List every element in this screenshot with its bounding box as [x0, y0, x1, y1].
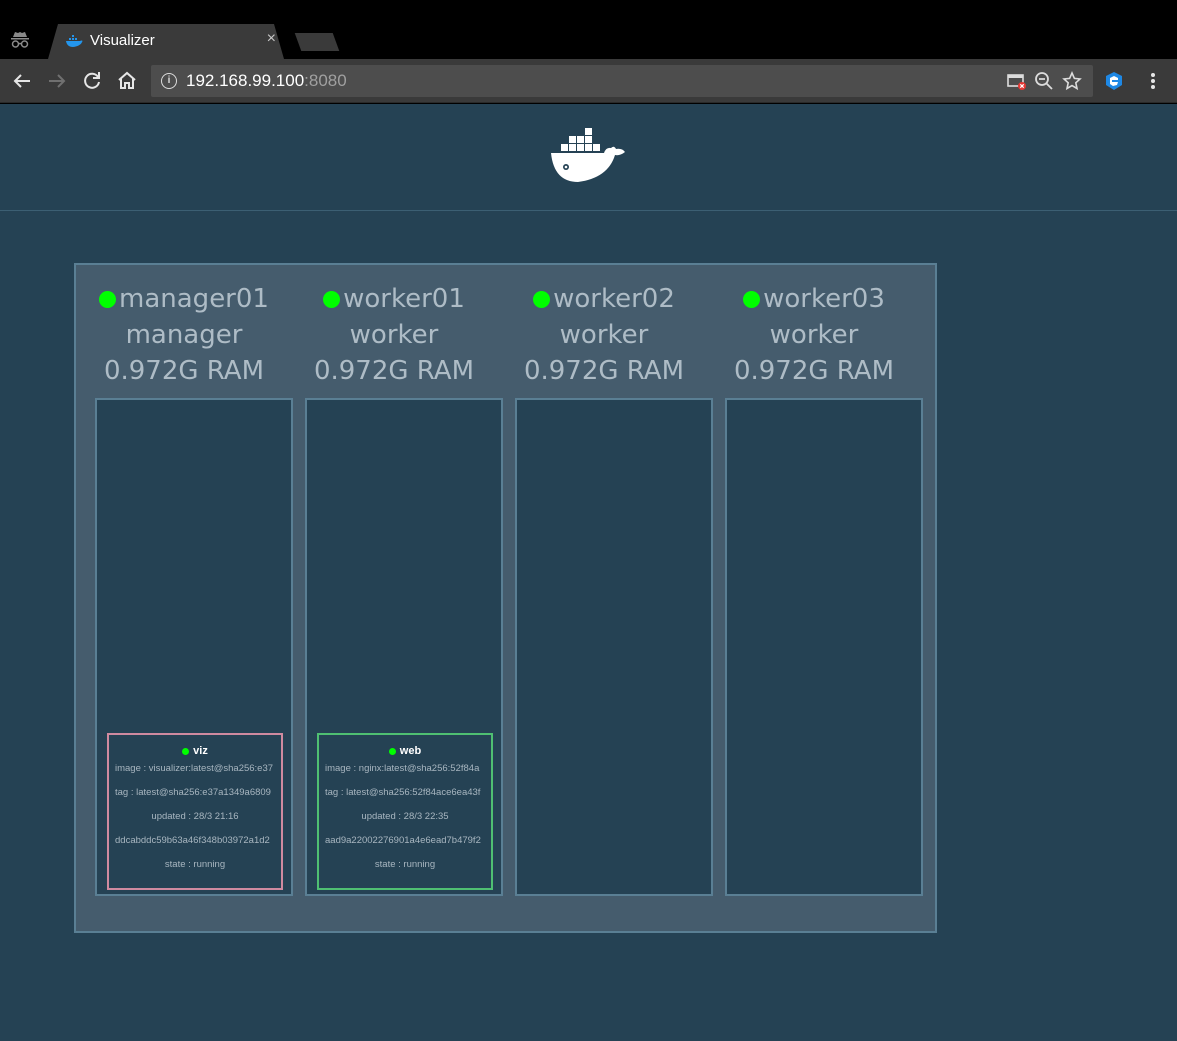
node-ram: 0.972G RAM [523, 356, 685, 386]
task-tag: tag : latest@sha256:52f84ace6ea43f [325, 787, 481, 798]
page-header [0, 104, 1177, 211]
new-tab-button[interactable] [294, 33, 340, 51]
kebab-menu-icon[interactable] [1145, 71, 1161, 91]
task-updated: updated : 28/3 21:16 [151, 811, 239, 822]
node-container-column: web image : nginx:latest@sha256:52f84a t… [305, 398, 503, 896]
task-status-dot [388, 747, 396, 755]
star-icon[interactable] [1062, 71, 1082, 91]
browser-toolbar: i 192.168.99.100:8080 [0, 59, 1177, 103]
task-image: image : visualizer:latest@sha256:e37 [115, 763, 274, 774]
node-name: worker02 [553, 284, 675, 314]
tab-visualizer[interactable]: Visualizer × [48, 24, 284, 59]
task-id: ddcabddc59b63a46f348b03972a1d2 [115, 835, 270, 846]
task-updated: updated : 28/3 22:35 [361, 811, 449, 822]
node-status-dot [99, 290, 117, 308]
task-tag: tag : latest@sha256:e37a1349a6809 [115, 787, 271, 798]
node-role: worker [559, 320, 649, 350]
blocked-popup-icon[interactable] [1007, 71, 1027, 91]
task-name: viz [193, 745, 208, 757]
node-role: worker [349, 320, 439, 350]
node-status-dot [323, 290, 341, 308]
docker-favicon-icon [65, 33, 83, 49]
home-icon[interactable] [115, 69, 139, 93]
info-icon[interactable]: i [161, 73, 177, 89]
node-container-column [725, 398, 923, 896]
extension-icon[interactable] [1104, 71, 1124, 91]
back-arrow-icon[interactable] [10, 69, 34, 93]
task-state: state : running [374, 859, 436, 870]
swarm-cluster: manager01 manager 0.972G RAM viz image :… [74, 263, 937, 933]
task-id: aad9a22002276901a4e6ead7b479f2 [325, 835, 481, 846]
tab-strip: Visualizer × [0, 0, 1177, 59]
reload-icon[interactable] [80, 69, 104, 93]
node-role: worker [769, 320, 859, 350]
node-ram: 0.972G RAM [103, 356, 265, 386]
node-name: worker01 [343, 284, 465, 314]
close-tab-icon[interactable]: × [267, 30, 276, 48]
node-status-dot [533, 290, 551, 308]
task-card-viz[interactable]: viz image : visualizer:latest@sha256:e37… [107, 733, 283, 890]
docker-logo-icon [548, 126, 628, 184]
node-name: manager01 [119, 284, 269, 314]
task-image: image : nginx:latest@sha256:52f84a [325, 763, 480, 774]
visualizer-page: manager01 manager 0.972G RAM viz image :… [0, 104, 1177, 1041]
task-state: state : running [164, 859, 226, 870]
node-status-dot [743, 290, 761, 308]
address-bar[interactable]: i 192.168.99.100:8080 [151, 65, 1093, 97]
tab-title: Visualizer [90, 32, 155, 49]
forward-arrow-icon[interactable] [45, 69, 69, 93]
url-text[interactable]: 192.168.99.100:8080 [186, 71, 347, 91]
node-role: manager [125, 320, 243, 350]
incognito-icon [8, 28, 32, 52]
node-container-column: viz image : visualizer:latest@sha256:e37… [95, 398, 293, 896]
task-card-web[interactable]: web image : nginx:latest@sha256:52f84a t… [317, 733, 493, 890]
task-status-dot [182, 747, 190, 755]
task-name: web [399, 745, 422, 757]
zoom-out-icon[interactable] [1034, 71, 1054, 91]
node-container-column [515, 398, 713, 896]
node-ram: 0.972G RAM [733, 356, 895, 386]
node-ram: 0.972G RAM [313, 356, 475, 386]
node-name: worker03 [763, 284, 885, 314]
